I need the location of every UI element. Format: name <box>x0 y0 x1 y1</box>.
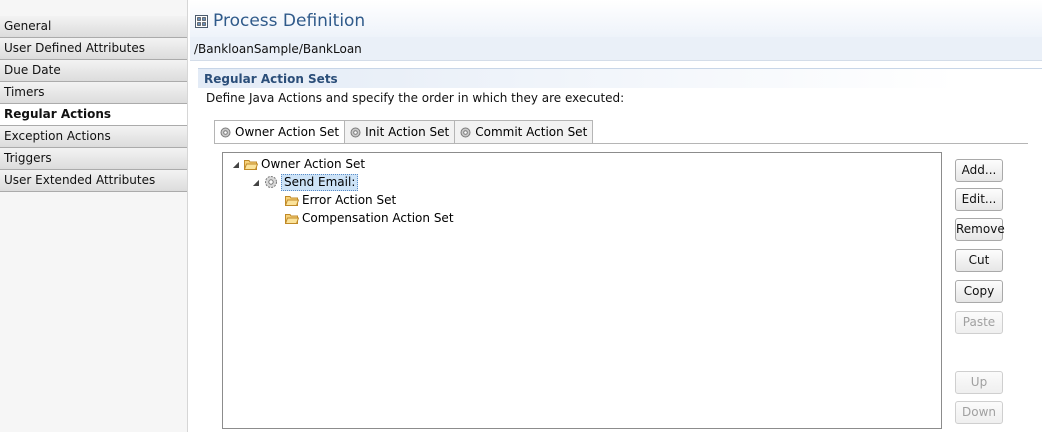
paste-button[interactable]: Paste <box>955 311 1003 334</box>
gear-icon <box>350 127 361 137</box>
sidebar-item-user-defined-attributes[interactable]: User Defined Attributes <box>0 38 187 60</box>
section-header: Regular Action Sets <box>198 68 1042 88</box>
sidebar-item-regular-actions[interactable]: Regular Actions <box>0 104 187 126</box>
tree-item-label: Owner Action Set <box>261 157 366 171</box>
folder-open-icon <box>285 213 299 224</box>
tab-divider <box>214 143 1028 144</box>
sidebar-item-due-date[interactable]: Due Date <box>0 60 187 82</box>
folder-open-icon <box>244 159 258 170</box>
sidebar-item-user-extended-attributes[interactable]: User Extended Attributes <box>0 170 187 192</box>
edit-button[interactable]: Edit... <box>955 188 1003 211</box>
tree-item-label: Error Action Set <box>302 193 397 207</box>
action-set-tabs: Owner Action Set Init Action Set Commit … <box>214 120 594 144</box>
remove-button[interactable]: Remove <box>955 218 1005 241</box>
down-button[interactable]: Down <box>955 401 1003 424</box>
tab-label: Init Action Set <box>365 125 450 139</box>
folder-open-icon <box>285 195 299 206</box>
gear-icon <box>220 127 231 137</box>
tab-init-action-set[interactable]: Init Action Set <box>344 120 455 144</box>
main-panel: Process Definition /BankloanSample/BankL… <box>190 0 1042 432</box>
gear-icon <box>460 127 471 137</box>
tab-label: Commit Action Set <box>475 125 588 139</box>
section-title: Regular Action Sets <box>204 72 338 86</box>
tab-commit-action-set[interactable]: Commit Action Set <box>454 120 594 144</box>
sidebar-item-triggers[interactable]: Triggers <box>0 148 187 170</box>
expand-toggle-icon[interactable]: ◢ <box>231 160 241 169</box>
sidebar-item-exception-actions[interactable]: Exception Actions <box>0 126 187 148</box>
section-description: Define Java Actions and specify the orde… <box>206 91 625 105</box>
up-button[interactable]: Up <box>955 371 1003 394</box>
tab-owner-action-set[interactable]: Owner Action Set <box>214 120 345 144</box>
tab-label: Owner Action Set <box>235 125 340 139</box>
tree-item-compensation-action-set[interactable]: Compensation Action Set <box>285 209 454 227</box>
tree-item-label: Send Email: <box>281 173 359 191</box>
breadcrumb: /BankloanSample/BankLoan <box>190 37 1042 61</box>
sidebar: General User Defined Attributes Due Date… <box>0 0 188 432</box>
page-header: Process Definition <box>190 0 1042 37</box>
tree-item-owner-action-set[interactable]: ◢ Owner Action Set <box>231 155 365 173</box>
action-set-tree[interactable]: ◢ Owner Action Set ◢ Send Email: Error A… <box>222 152 942 429</box>
process-definition-icon <box>195 15 208 28</box>
add-button[interactable]: Add... <box>955 159 1003 182</box>
expand-toggle-icon[interactable]: ◢ <box>251 178 261 187</box>
sidebar-item-timers[interactable]: Timers <box>0 82 187 104</box>
cut-button[interactable]: Cut <box>955 249 1003 272</box>
tree-item-error-action-set[interactable]: Error Action Set <box>285 191 396 209</box>
sidebar-item-general[interactable]: General <box>0 16 187 38</box>
gear-icon <box>265 176 277 188</box>
page-title: Process Definition <box>213 11 366 31</box>
tree-item-label: Compensation Action Set <box>302 211 454 225</box>
tree-item-send-email[interactable]: ◢ Send Email: <box>251 173 359 191</box>
copy-button[interactable]: Copy <box>955 280 1003 303</box>
